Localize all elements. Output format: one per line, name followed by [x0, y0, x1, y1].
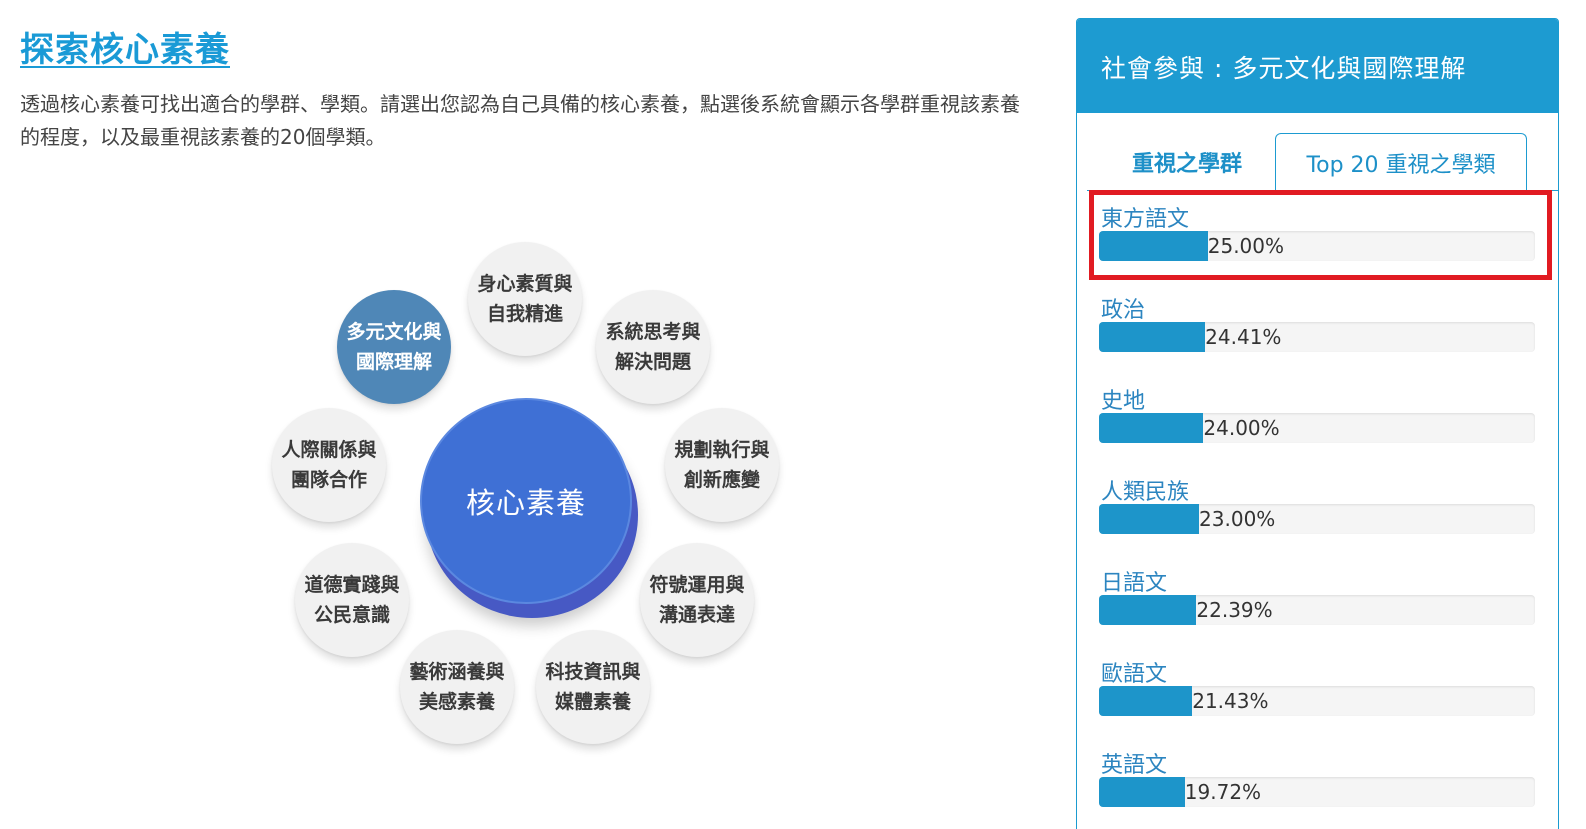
- progress-bar: 21.43%: [1099, 686, 1535, 716]
- page-title: 探索核心素養: [20, 30, 230, 70]
- progress-fill: [1099, 231, 1208, 261]
- item-name: 政治: [1101, 298, 1146, 323]
- list-item[interactable]: 日語文 22.39%: [1099, 563, 1539, 654]
- tab-top20-categories[interactable]: Top 20 重視之學類: [1275, 133, 1527, 191]
- node-planning[interactable]: 規劃執行與 創新應變: [665, 408, 779, 522]
- progress-label: 23.00%: [1199, 507, 1276, 531]
- node-label-line2: 溝通表達: [658, 604, 735, 626]
- list-item[interactable]: 人類民族 23.00%: [1099, 472, 1539, 563]
- node-label-line1: 道德實踐與: [304, 574, 400, 596]
- progress-label: 19.72%: [1184, 780, 1262, 804]
- list-item[interactable]: 政治 24.41%: [1099, 290, 1539, 381]
- progress-bar: 24.00%: [1099, 413, 1535, 443]
- node-label-line1: 人際關係與: [281, 439, 377, 461]
- panel-header: 社會參與 : 多元文化與國際理解: [1077, 19, 1558, 113]
- list-item[interactable]: 歐語文 21.43%: [1099, 654, 1539, 745]
- node-label-line1: 身心素質與: [477, 273, 573, 295]
- node-label-line1: 系統思考與: [605, 321, 701, 343]
- node-label-line2: 國際理解: [355, 351, 432, 373]
- node-systems[interactable]: 系統思考與 解決問題: [596, 290, 710, 404]
- node-ethics[interactable]: 道德實踐與 公民意識: [295, 543, 409, 657]
- progress-bar: 25.00%: [1099, 231, 1535, 261]
- node-label-line1: 多元文化與: [346, 321, 442, 343]
- intro-text: 透過核心素養可找出適合的學群、學類。請選出您認為自己具備的核心素養，點選後系統會…: [20, 92, 1020, 149]
- progress-fill: [1099, 504, 1200, 534]
- progress-label: 25.00%: [1207, 234, 1285, 258]
- list-item[interactable]: 英語文 19.72%: [1099, 745, 1539, 829]
- node-multicultural[interactable]: 多元文化與 國際理解: [337, 290, 451, 404]
- node-technology[interactable]: 科技資訊與 媒體素養: [536, 630, 650, 744]
- progress-label: 21.43%: [1192, 689, 1269, 713]
- node-symbols[interactable]: 符號運用與 溝通表達: [640, 543, 754, 657]
- tab-divider: [1087, 190, 1558, 191]
- progress-fill: [1099, 595, 1197, 625]
- node-label-line2: 解決問題: [614, 351, 691, 373]
- core-competency-center[interactable]: 核心素養: [420, 398, 632, 604]
- progress-bar: 23.00%: [1099, 504, 1535, 534]
- node-interpersonal[interactable]: 人際關係與 團隊合作: [272, 408, 386, 522]
- item-name: 日語文: [1101, 571, 1168, 596]
- item-name: 歐語文: [1101, 662, 1168, 687]
- competency-diagram: 核心素養 多元文化與國際理解 身心素質與自我精進 系統思考與解決問題 規劃執行與…: [260, 230, 800, 770]
- tab-clusters[interactable]: 重視之學群: [1097, 133, 1277, 191]
- item-name: 史地: [1101, 389, 1146, 414]
- progress-bar: 19.72%: [1099, 777, 1535, 807]
- progress-fill: [1099, 322, 1206, 352]
- node-label-line2: 公民意識: [313, 604, 390, 626]
- list-item[interactable]: 史地 24.00%: [1099, 381, 1539, 472]
- node-arts[interactable]: 藝術涵養與 美感素養: [400, 630, 514, 744]
- node-wellbeing[interactable]: 身心素質與 自我精進: [468, 242, 582, 356]
- progress-label: 24.41%: [1205, 325, 1282, 349]
- node-label-line1: 規劃執行與: [674, 439, 770, 461]
- list-item[interactable]: 東方語文 25.00%: [1099, 199, 1539, 290]
- item-name: 英語文: [1101, 753, 1168, 778]
- item-name: 人類民族: [1101, 480, 1190, 505]
- panel-tabs: 重視之學群 Top 20 重視之學類: [1077, 133, 1558, 191]
- node-label-line2: 團隊合作: [290, 469, 367, 491]
- node-label-line2: 創新應變: [683, 469, 760, 491]
- progress-label: 24.00%: [1203, 416, 1280, 440]
- category-list: 東方語文 25.00% 政治 24.41% 史地 24.00% 人類民族 23.…: [1099, 199, 1539, 829]
- node-label-line2: 媒體素養: [554, 691, 631, 713]
- node-label-line2: 美感素養: [418, 691, 495, 713]
- progress-fill: [1099, 413, 1204, 443]
- progress-fill: [1099, 686, 1193, 716]
- progress-bar: 24.41%: [1099, 322, 1535, 352]
- progress-bar: 22.39%: [1099, 595, 1535, 625]
- progress-label: 22.39%: [1196, 598, 1273, 622]
- item-name: 東方語文: [1101, 207, 1190, 232]
- results-panel: 社會參與 : 多元文化與國際理解 重視之學群 Top 20 重視之學類 東方語文…: [1076, 18, 1559, 829]
- node-label-line1: 藝術涵養與: [409, 661, 505, 683]
- node-label-line2: 自我精進: [486, 303, 563, 325]
- node-label-line1: 科技資訊與: [545, 661, 641, 683]
- node-label-line1: 符號運用與: [649, 574, 745, 596]
- progress-fill: [1099, 777, 1185, 807]
